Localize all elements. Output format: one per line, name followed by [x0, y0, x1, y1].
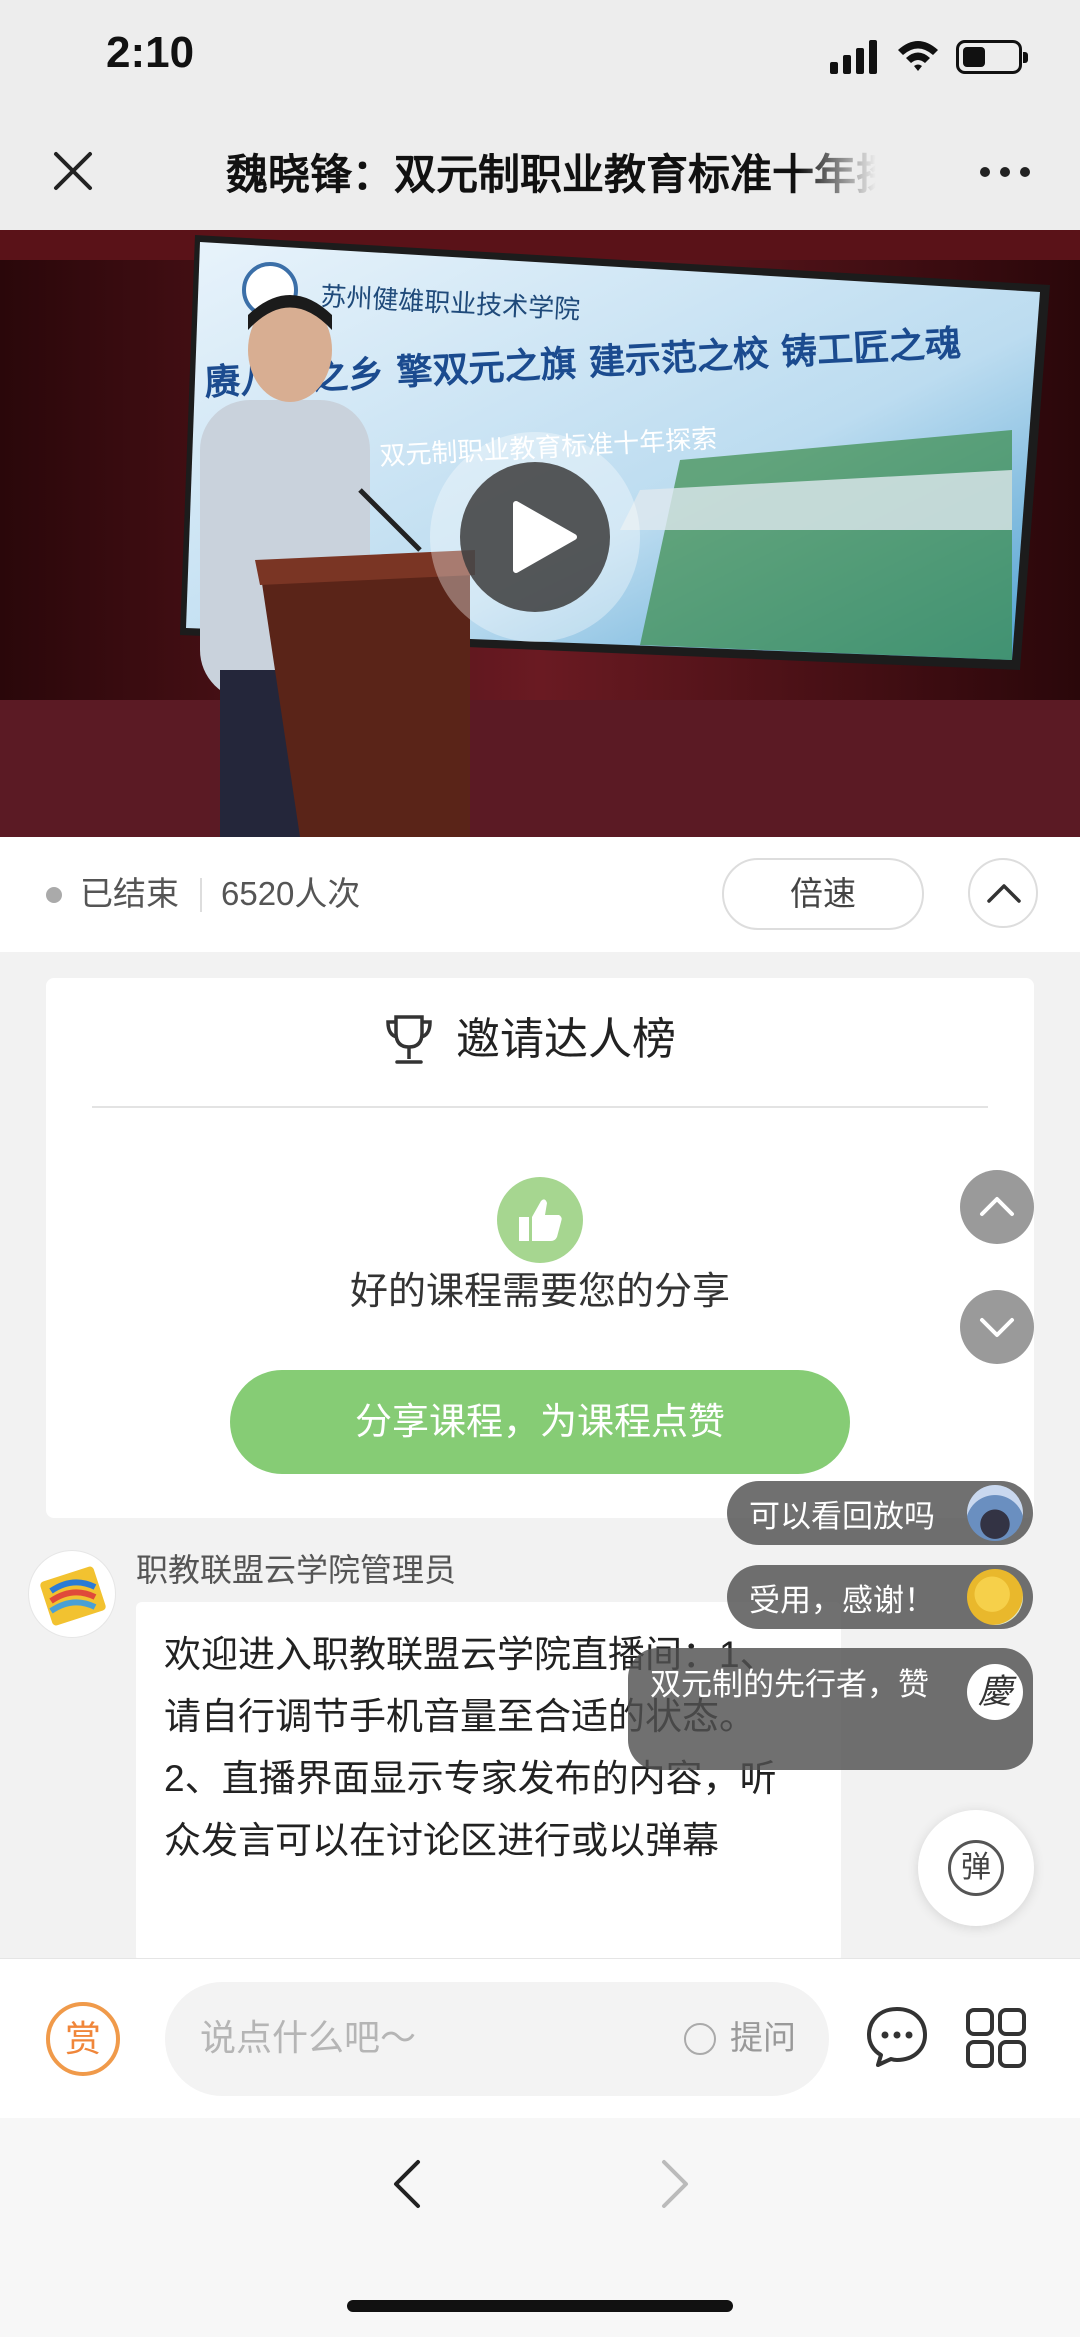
chevron-up-icon [980, 1197, 1014, 1216]
forward-arrow-icon[interactable] [660, 2158, 690, 2210]
danmaku-avatar [967, 1569, 1023, 1625]
danmaku-text: 双元制的先行者，赞 [650, 1667, 929, 1702]
thumbs-up-icon [497, 1177, 583, 1263]
danmaku-toggle-label: 弹 [948, 1840, 1004, 1896]
admin-avatar[interactable] [28, 1550, 116, 1638]
scroll-up-button[interactable] [960, 1170, 1034, 1244]
chevron-up-icon [987, 884, 1021, 903]
close-icon[interactable] [48, 146, 98, 196]
danmaku-toggle-button[interactable]: 弹 [918, 1810, 1034, 1926]
scroll-down-button[interactable] [960, 1290, 1034, 1364]
divider [92, 1106, 988, 1108]
live-status: 已结束 [80, 875, 179, 912]
play-icon [513, 501, 577, 573]
danmaku-text: 可以看回放吗 [749, 1498, 935, 1534]
chevron-down-icon [980, 1318, 1014, 1337]
message-sender: 职教联盟云学院管理员 [136, 1552, 457, 1588]
back-arrow-icon[interactable] [392, 2158, 422, 2210]
collapse-video-button[interactable] [968, 858, 1038, 928]
home-indicator [347, 2300, 733, 2312]
cellular-signal-icon [830, 40, 877, 74]
share-prompt: 好的课程需要您的分享 [349, 1271, 730, 1313]
danmaku-text: 受用，感谢！ [749, 1582, 935, 1618]
play-button[interactable] [430, 432, 640, 642]
viewer-count: 6520人次 [221, 875, 361, 912]
more-options-icon[interactable] [978, 162, 1032, 182]
status-dot [46, 887, 62, 903]
grid-menu-icon[interactable] [964, 2006, 1028, 2070]
danmaku-avatar: 慶 [967, 1664, 1023, 1720]
status-clock: 2:10 [106, 28, 195, 77]
question-radio[interactable] [684, 2023, 716, 2055]
chat-icon[interactable] [864, 2004, 930, 2070]
danmaku-item: 受用，感谢！ [727, 1565, 1033, 1629]
question-label[interactable]: 提问 [730, 2014, 796, 2062]
trophy-icon [386, 1015, 432, 1064]
page-title: 魏晓锋：双元制职业教育标准十年探索 [226, 151, 876, 198]
danmaku-item: 可以看回放吗 [727, 1481, 1033, 1545]
card-title: 邀请达人榜 [456, 1015, 676, 1064]
playback-speed-button[interactable]: 倍速 [722, 858, 924, 930]
share-course-button[interactable]: 分享课程，为课程点赞 [230, 1370, 850, 1474]
divider [200, 878, 202, 912]
comment-placeholder: 说点什么吧～ [200, 2017, 417, 2058]
battery-icon [956, 40, 1028, 74]
danmaku-item: 双元制的先行者，赞 慶 [628, 1648, 1033, 1770]
danmaku-avatar [967, 1485, 1023, 1541]
wifi-icon [898, 41, 938, 71]
reward-button[interactable]: 赏 [46, 2002, 120, 2076]
